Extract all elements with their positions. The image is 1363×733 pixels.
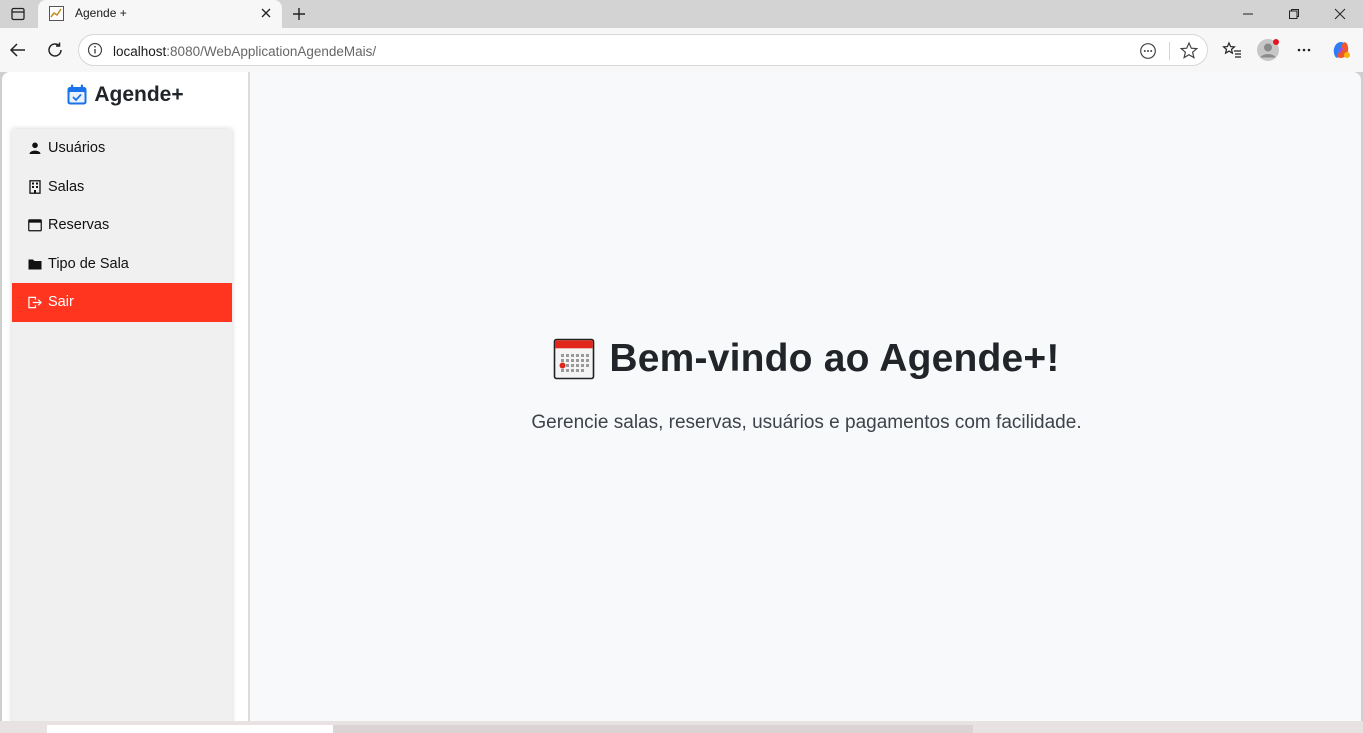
- sidebar-menu: Usuários Salas Reservas Tipo de Sala Sai…: [12, 129, 232, 721]
- sidebar-item-usuarios[interactable]: Usuários: [12, 129, 232, 168]
- folder-icon: [28, 257, 42, 271]
- sidebar-item-tipo-de-sala[interactable]: Tipo de Sala: [12, 245, 232, 284]
- page-subtitle: Gerencie salas, reservas, usuários e pag…: [531, 412, 1082, 433]
- tab-close-button[interactable]: [258, 5, 274, 21]
- page-favicon-icon: [49, 6, 64, 21]
- calendar-check-icon: [67, 84, 87, 105]
- sidebar-item-label: Reservas: [48, 217, 110, 234]
- calendar-icon: [28, 218, 42, 232]
- tab-strip: Agende +: [0, 0, 1363, 28]
- sidebar-item-label: Tipo de Sala: [48, 255, 129, 272]
- tab-actions-button[interactable]: [4, 2, 32, 26]
- copilot-button[interactable]: [1329, 38, 1353, 62]
- sidebar: Agende+ Usuários Salas Reservas Tipo de …: [2, 72, 250, 721]
- url-host: localhost: [113, 44, 167, 59]
- tab-actions-icon: [11, 7, 25, 21]
- info-icon[interactable]: [87, 42, 103, 58]
- back-arrow-icon: [9, 43, 25, 57]
- url-text[interactable]: localhost:8080/WebApplicationAgendeMais/: [113, 44, 376, 59]
- close-window-icon: [1334, 8, 1346, 20]
- star-icon[interactable]: [1179, 41, 1199, 61]
- back-button[interactable]: [6, 38, 30, 62]
- sidebar-item-label: Sair: [48, 294, 74, 311]
- sidebar-item-label: Salas: [48, 178, 85, 195]
- close-icon: [261, 8, 271, 18]
- page-viewport: Agende+ Usuários Salas Reservas Tipo de …: [2, 72, 1361, 721]
- plus-icon: [293, 8, 305, 20]
- sidebar-item-label: Usuários: [48, 140, 106, 157]
- profile-avatar-icon: [1257, 39, 1279, 61]
- more-icon: [1297, 48, 1311, 52]
- minimize-icon: [1243, 13, 1253, 15]
- taskbar-segment: [47, 725, 333, 733]
- sidebar-item-sair[interactable]: Sair: [12, 283, 232, 322]
- browser-toolbar: localhost:8080/WebApplicationAgendeMais/: [0, 28, 1363, 72]
- building-icon: [28, 179, 42, 194]
- brand[interactable]: Agende+: [2, 82, 248, 108]
- profile-button[interactable]: [1256, 38, 1280, 62]
- welcome-heading: Bem-vindo ao Agende+!: [252, 337, 1361, 381]
- favorites-list-icon: [1222, 41, 1241, 58]
- omnibox-divider: [1169, 42, 1170, 60]
- os-taskbar: [0, 721, 1363, 733]
- reload-button[interactable]: [43, 38, 67, 62]
- taskbar-segment: [333, 725, 973, 733]
- restore-button[interactable]: [1274, 2, 1314, 26]
- reading-view-icon[interactable]: [1139, 42, 1157, 60]
- favorites-button[interactable]: [1220, 38, 1244, 62]
- brand-name: Agende+: [94, 83, 184, 106]
- minimize-button[interactable]: [1228, 2, 1268, 26]
- tab-title: Agende +: [75, 6, 127, 20]
- browser-tab[interactable]: Agende +: [38, 0, 282, 28]
- calendar-emoji-icon: [554, 338, 595, 380]
- logout-icon: [28, 295, 42, 309]
- address-bar[interactable]: localhost:8080/WebApplicationAgendeMais/: [78, 34, 1208, 66]
- copilot-icon: [1333, 42, 1350, 58]
- restore-icon: [1289, 9, 1299, 19]
- reload-icon: [48, 42, 62, 57]
- page-title: Bem-vindo ao Agende+!: [609, 337, 1060, 380]
- new-tab-button[interactable]: [288, 3, 310, 25]
- sidebar-item-reservas[interactable]: Reservas: [12, 206, 232, 245]
- url-path: :8080/WebApplicationAgendeMais/: [166, 44, 377, 59]
- close-window-button[interactable]: [1320, 2, 1360, 26]
- main-content: Bem-vindo ao Agende+! Gerencie salas, re…: [252, 72, 1361, 721]
- sidebar-item-salas[interactable]: Salas: [12, 168, 232, 207]
- more-button[interactable]: [1292, 38, 1316, 62]
- person-icon: [28, 141, 42, 155]
